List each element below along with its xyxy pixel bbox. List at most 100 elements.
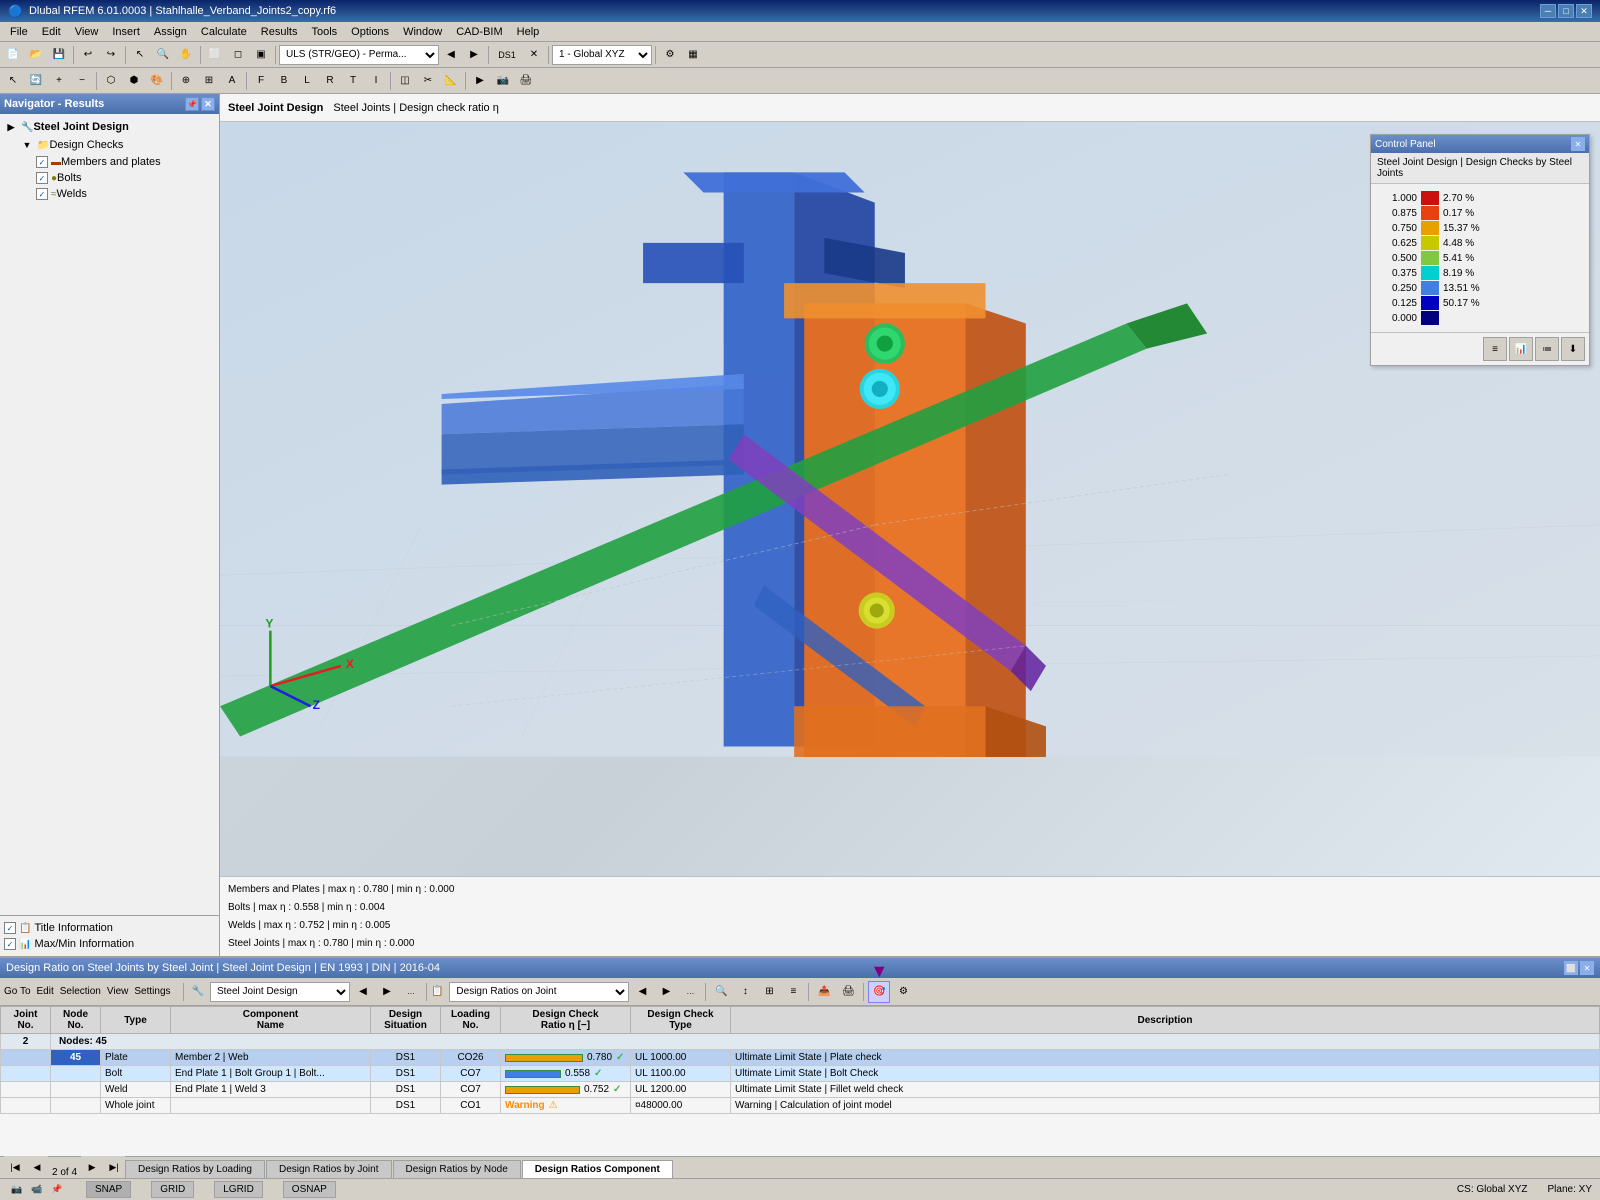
cp-close-btn[interactable]: ✕ xyxy=(1571,137,1585,151)
status-grid[interactable]: GRID xyxy=(151,1181,194,1198)
tb2-iso[interactable]: I xyxy=(365,70,387,92)
menu-edit[interactable]: Edit xyxy=(36,24,67,40)
results-design-combo[interactable]: Steel Joint Design xyxy=(210,982,350,1002)
results-tb-goto[interactable]: Go To xyxy=(4,986,31,997)
global-xyz-combo[interactable]: 1 - Global XYZ xyxy=(552,45,652,65)
results-combo-prev[interactable]: ◀ xyxy=(352,981,374,1003)
tb2-zoom-in[interactable]: + xyxy=(48,70,70,92)
nav-close-btn[interactable]: ✕ xyxy=(201,97,215,111)
nav-footer-title-info[interactable]: ✓ 📋 Title Information xyxy=(4,920,215,936)
tb2-grid[interactable]: ⊞ xyxy=(198,70,220,92)
tb2-zoom-out[interactable]: − xyxy=(71,70,93,92)
tab-design-ratios-node[interactable]: Design Ratios by Node xyxy=(393,1160,521,1178)
status-snap[interactable]: SNAP xyxy=(86,1181,131,1198)
maximize-button[interactable]: □ xyxy=(1558,4,1574,18)
close-button[interactable]: ✕ xyxy=(1576,4,1592,18)
tab-nav-prev[interactable]: ◀ xyxy=(26,1156,48,1178)
results-tb-selection[interactable]: Selection xyxy=(60,986,101,997)
results-tb-filter[interactable]: 🔍 xyxy=(710,981,732,1003)
tb2-cursor[interactable]: ↖ xyxy=(2,70,24,92)
tb2-top[interactable]: T xyxy=(342,70,364,92)
nav-item-welds[interactable]: ✓ ≈ Welds xyxy=(4,186,215,202)
menu-help[interactable]: Help xyxy=(511,24,546,40)
status-pin-btn[interactable]: 📌 xyxy=(48,1181,66,1199)
tb-filter[interactable]: ✕ xyxy=(523,44,545,66)
results-tb-edit[interactable]: Edit xyxy=(37,986,54,997)
menu-tools[interactable]: Tools xyxy=(305,24,343,40)
menu-results[interactable]: Results xyxy=(255,24,304,40)
menu-view[interactable]: View xyxy=(69,24,105,40)
menu-file[interactable]: File xyxy=(4,24,34,40)
tb-view1[interactable]: ⬜ xyxy=(204,44,226,66)
results-table-prev[interactable]: ◀ xyxy=(631,981,653,1003)
uls-combo[interactable]: ULS (STR/GEO) - Perma... xyxy=(279,45,439,65)
table-row-plate[interactable]: 45 Plate Member 2 | Web DS1 CO26 0.780 ✓ xyxy=(1,1050,1600,1066)
results-tb-settings[interactable]: Settings xyxy=(134,986,170,997)
tb2-rotate[interactable]: 🔄 xyxy=(25,70,47,92)
tb2-section[interactable]: ◫ xyxy=(394,70,416,92)
cp-list-btn[interactable]: ≔ xyxy=(1535,337,1559,361)
bolts-checkbox[interactable]: ✓ xyxy=(36,172,48,184)
tb-select[interactable]: ↖ xyxy=(129,44,151,66)
tb2-right[interactable]: R xyxy=(319,70,341,92)
results-close-btn[interactable]: ✕ xyxy=(1580,961,1594,975)
results-tb-export[interactable]: 📤 xyxy=(813,981,835,1003)
tb-new[interactable]: 📄 xyxy=(2,44,24,66)
tb-view3[interactable]: ▣ xyxy=(250,44,272,66)
results-table-next[interactable]: ▶ xyxy=(655,981,677,1003)
tb-settings[interactable]: ⚙ xyxy=(659,44,681,66)
tb-zoom[interactable]: 🔍 xyxy=(152,44,174,66)
status-osnap[interactable]: OSNAP xyxy=(283,1181,336,1198)
results-tb-columns[interactable]: ≡ xyxy=(782,981,804,1003)
tb2-anim[interactable]: ▶ xyxy=(469,70,491,92)
menu-options[interactable]: Options xyxy=(345,24,395,40)
status-camera-btn[interactable]: 📷 xyxy=(8,1181,26,1199)
tb-prev-ds[interactable]: ◀ xyxy=(440,44,462,66)
tb-redo[interactable]: ↪ xyxy=(100,44,122,66)
members-checkbox[interactable]: ✓ xyxy=(36,156,48,168)
tb2-solid[interactable]: ⬢ xyxy=(123,70,145,92)
tab-design-ratios-component[interactable]: Design Ratios Component xyxy=(522,1160,673,1178)
cp-table-btn[interactable]: ≡ xyxy=(1483,337,1507,361)
tb2-axes[interactable]: ⊕ xyxy=(175,70,197,92)
results-combo-dots[interactable]: … xyxy=(400,981,422,1003)
tab-nav-last[interactable]: ▶| xyxy=(103,1156,125,1178)
tb2-print[interactable]: 🖨 xyxy=(515,70,537,92)
cp-export-btn[interactable]: ⬇ xyxy=(1561,337,1585,361)
menu-calculate[interactable]: Calculate xyxy=(195,24,253,40)
results-table-container[interactable]: JointNo. NodeNo. Type ComponentName Desi… xyxy=(0,1006,1600,1156)
results-table-combo[interactable]: Design Ratios on Joint xyxy=(449,982,629,1002)
table-row-whole-joint[interactable]: Whole joint DS1 CO1 Warning ⚠ ¤48000.00 … xyxy=(1,1098,1600,1114)
tb2-front[interactable]: F xyxy=(250,70,272,92)
nav-footer-maxmin-info[interactable]: ✓ 📊 Max/Min Information xyxy=(4,936,215,952)
welds-checkbox[interactable]: ✓ xyxy=(36,188,48,200)
status-lgrid[interactable]: LGRID xyxy=(214,1181,263,1198)
tb-open[interactable]: 📂 xyxy=(25,44,47,66)
results-tb-extra[interactable]: ⚙ xyxy=(892,981,914,1003)
tb2-measure[interactable]: 📐 xyxy=(440,70,462,92)
results-tb-view[interactable]: View xyxy=(107,986,129,997)
results-highlight-btn[interactable]: 🎯 xyxy=(868,981,890,1003)
viewport[interactable]: Steel Joint Design Steel Joints | Design… xyxy=(220,94,1600,956)
tb2-render[interactable]: 🎨 xyxy=(146,70,168,92)
tb-undo[interactable]: ↩ xyxy=(77,44,99,66)
results-tb-sort[interactable]: ↕ xyxy=(734,981,756,1003)
menu-insert[interactable]: Insert xyxy=(106,24,146,40)
table-row-group[interactable]: 2 Nodes: 45 xyxy=(1,1034,1600,1050)
results-combo-next[interactable]: ▶ xyxy=(376,981,398,1003)
tb2-left[interactable]: L xyxy=(296,70,318,92)
tb2-wireframe[interactable]: ⬡ xyxy=(100,70,122,92)
menu-cad-bim[interactable]: CAD-BIM xyxy=(450,24,508,40)
cp-chart-btn[interactable]: 📊 xyxy=(1509,337,1533,361)
menu-window[interactable]: Window xyxy=(397,24,448,40)
tb2-labels[interactable]: A xyxy=(221,70,243,92)
status-video-btn[interactable]: 📹 xyxy=(28,1181,46,1199)
table-row-bolt[interactable]: Bolt End Plate 1 | Bolt Group 1 | Bolt..… xyxy=(1,1066,1600,1082)
menu-assign[interactable]: Assign xyxy=(148,24,193,40)
tab-design-ratios-loading[interactable]: Design Ratios by Loading xyxy=(125,1160,265,1178)
results-restore-btn[interactable]: ⬜ xyxy=(1564,961,1578,975)
nav-pin-btn[interactable]: 📌 xyxy=(185,97,199,111)
results-tb-print[interactable]: 🖨 xyxy=(837,981,859,1003)
results-table-dots2[interactable]: … xyxy=(679,981,701,1003)
nav-item-members-plates[interactable]: ✓ ▬ Members and plates xyxy=(4,154,215,170)
